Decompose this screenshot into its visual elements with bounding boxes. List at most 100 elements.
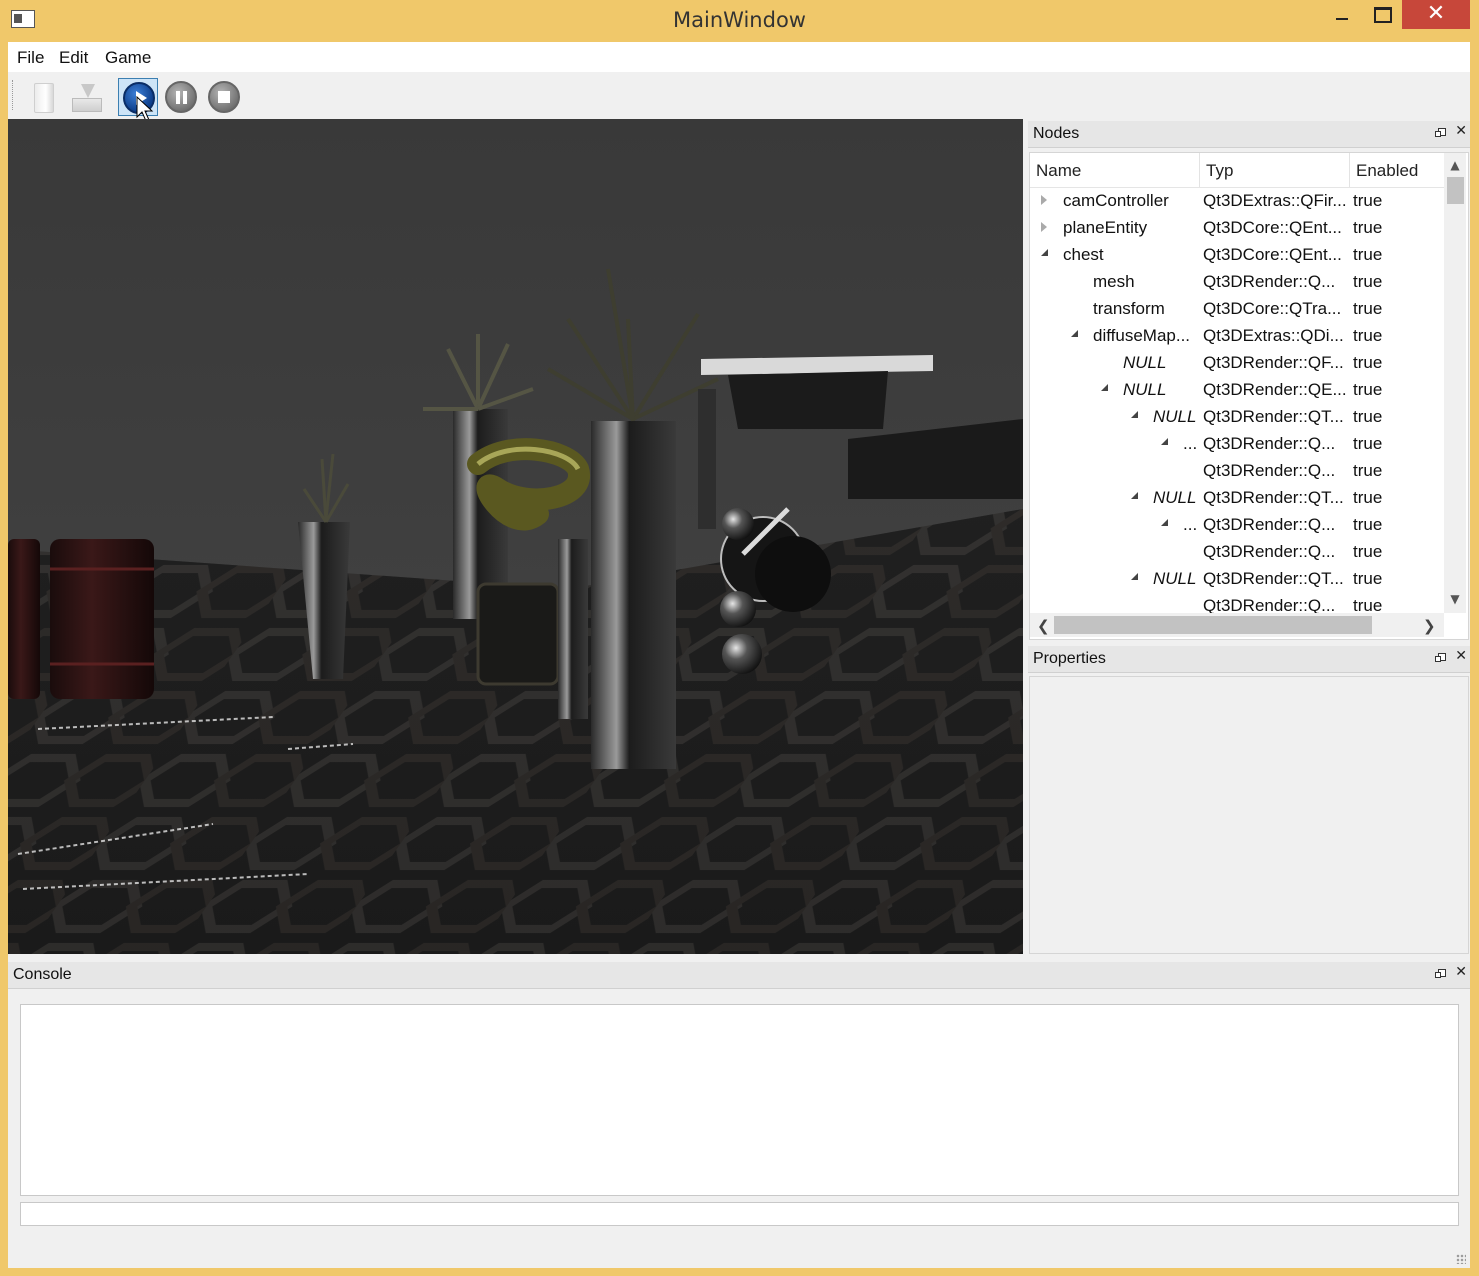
tree-row[interactable]: chest Qt3DCore::QEnt... true — [1030, 242, 1444, 269]
column-header-type[interactable]: Typ — [1200, 153, 1350, 187]
scroll-up-icon[interactable]: ▲ — [1449, 159, 1461, 171]
new-button[interactable] — [22, 78, 62, 116]
collapse-arrow-icon[interactable] — [1161, 519, 1168, 526]
collapse-arrow-icon[interactable] — [1161, 438, 1168, 445]
tree-row[interactable]: NULL Qt3DRender::QE... true — [1030, 377, 1444, 404]
tree-row[interactable]: Qt3DRender::Q... true — [1030, 539, 1444, 566]
node-name: planeEntity — [1063, 218, 1148, 237]
collapse-arrow-icon[interactable] — [1101, 384, 1108, 391]
properties-dock-title: Properties — [1033, 650, 1106, 667]
node-enabled: true — [1353, 380, 1383, 399]
save-button[interactable] — [66, 78, 106, 116]
node-type: Qt3DCore::QEnt... — [1203, 218, 1342, 237]
node-name: chest — [1063, 245, 1104, 264]
maximize-button[interactable] — [1362, 0, 1402, 30]
stop-button[interactable] — [204, 78, 244, 116]
float-icon[interactable] — [1435, 969, 1446, 978]
scene-render — [8, 119, 1023, 954]
properties-dock-titlebar[interactable]: Properties ✕ — [1028, 646, 1470, 673]
pause-icon — [165, 81, 197, 113]
scene-viewport[interactable] — [8, 119, 1023, 954]
node-name: transform — [1093, 299, 1165, 318]
node-enabled: true — [1353, 353, 1383, 372]
properties-body[interactable] — [1029, 676, 1469, 954]
tree-horizontal-scrollbar[interactable]: ❮ ❯ — [1030, 613, 1444, 637]
tree-row[interactable]: camController Qt3DExtras::QFir... true — [1030, 188, 1444, 215]
node-tree[interactable]: Name Typ Enabled camController Qt3DExtras… — [1029, 152, 1469, 640]
scroll-down-icon[interactable]: ▼ — [1449, 593, 1461, 605]
node-enabled: true — [1353, 542, 1383, 561]
float-icon[interactable] — [1435, 128, 1446, 137]
expand-arrow-icon[interactable] — [1041, 195, 1047, 205]
close-icon[interactable]: ✕ — [1455, 648, 1467, 664]
stop-icon — [208, 81, 240, 113]
collapse-arrow-icon[interactable] — [1071, 330, 1078, 337]
pause-button[interactable] — [161, 78, 201, 116]
console-output[interactable] — [20, 1004, 1459, 1196]
tree-row[interactable]: NULL Qt3DRender::QT... true — [1030, 485, 1444, 512]
node-enabled: true — [1353, 218, 1383, 237]
nodes-dock-titlebar[interactable]: Nodes ✕ — [1028, 121, 1470, 148]
node-enabled: true — [1353, 272, 1383, 291]
tree-row[interactable]: ... Qt3DRender::Q... true — [1030, 512, 1444, 539]
menu-game[interactable]: Game — [105, 48, 151, 68]
node-type: Qt3DRender::Q... — [1203, 434, 1336, 453]
node-enabled: true — [1353, 191, 1383, 210]
console-input[interactable] — [20, 1202, 1459, 1226]
tree-row[interactable]: NULL Qt3DRender::QT... true — [1030, 404, 1444, 431]
nodes-dock: Nodes ✕ Name Typ Enabled camController Qt… — [1028, 121, 1470, 641]
close-icon[interactable]: ✕ — [1455, 123, 1467, 139]
node-type: Qt3DRender::Q... — [1203, 461, 1336, 480]
node-type: Qt3DRender::QE... — [1203, 380, 1346, 399]
float-icon[interactable] — [1435, 653, 1446, 662]
node-enabled: true — [1353, 515, 1383, 534]
tree-row[interactable]: NULL Qt3DRender::QF... true — [1030, 350, 1444, 377]
menu-edit[interactable]: Edit — [59, 48, 88, 68]
close-button[interactable]: ✕ — [1402, 0, 1470, 29]
console-dock-titlebar[interactable]: Console ✕ — [8, 962, 1470, 989]
scroll-right-icon[interactable]: ❯ — [1423, 617, 1436, 635]
node-enabled: true — [1353, 299, 1383, 318]
node-name: diffuseMap... — [1093, 326, 1191, 345]
title-bar[interactable]: MainWindow ✕ — [0, 0, 1479, 42]
node-enabled: true — [1353, 407, 1383, 426]
node-type: Qt3DRender::Q... — [1203, 515, 1336, 534]
column-header-name[interactable]: Name — [1030, 153, 1200, 187]
node-type: Qt3DRender::QT... — [1203, 488, 1344, 507]
close-icon[interactable]: ✕ — [1455, 964, 1467, 980]
scroll-left-icon[interactable]: ❮ — [1037, 617, 1050, 635]
window-title: MainWindow — [673, 8, 806, 32]
column-header-enabled[interactable]: Enabled — [1350, 153, 1444, 187]
menu-file[interactable]: File — [17, 48, 44, 68]
client-area: File Edit Game Nodes ✕ Name Typ Enabled … — [8, 42, 1470, 1268]
tree-row[interactable]: transform Qt3DCore::QTra... true — [1030, 296, 1444, 323]
resize-grip-icon[interactable] — [1456, 1254, 1466, 1264]
node-name: NULL — [1123, 353, 1167, 372]
node-name: ... — [1183, 434, 1198, 453]
tree-row[interactable]: planeEntity Qt3DCore::QEnt... true — [1030, 215, 1444, 242]
node-name: NULL — [1153, 569, 1197, 588]
toolbar — [8, 74, 1470, 122]
node-type: Qt3DCore::QEnt... — [1203, 245, 1342, 264]
tree-row[interactable]: ... Qt3DRender::Q... true — [1030, 431, 1444, 458]
node-type: Qt3DExtras::QFir... — [1203, 191, 1346, 210]
horizontal-scroll-thumb[interactable] — [1054, 616, 1372, 634]
collapse-arrow-icon[interactable] — [1131, 411, 1138, 418]
tree-row[interactable]: diffuseMap... Qt3DExtras::QDi... true — [1030, 323, 1444, 350]
tree-row[interactable]: mesh Qt3DRender::Q... true — [1030, 269, 1444, 296]
tree-header: Name Typ Enabled — [1030, 153, 1444, 188]
minimize-button[interactable] — [1322, 0, 1362, 30]
toolbar-grip[interactable] — [12, 80, 15, 110]
tree-row[interactable]: Qt3DRender::Q... true — [1030, 458, 1444, 485]
expand-arrow-icon[interactable] — [1041, 222, 1047, 232]
collapse-arrow-icon[interactable] — [1131, 492, 1138, 499]
vertical-scroll-thumb[interactable] — [1447, 177, 1464, 204]
tree-vertical-scrollbar[interactable]: ▲ ▼ — [1444, 153, 1466, 613]
tree-row[interactable]: NULL Qt3DRender::QT... true — [1030, 566, 1444, 593]
node-name: NULL — [1153, 407, 1197, 426]
node-enabled: true — [1353, 461, 1383, 480]
collapse-arrow-icon[interactable] — [1131, 573, 1138, 580]
collapse-arrow-icon[interactable] — [1041, 249, 1048, 256]
node-type: Qt3DRender::QT... — [1203, 569, 1344, 588]
node-enabled: true — [1353, 569, 1383, 588]
